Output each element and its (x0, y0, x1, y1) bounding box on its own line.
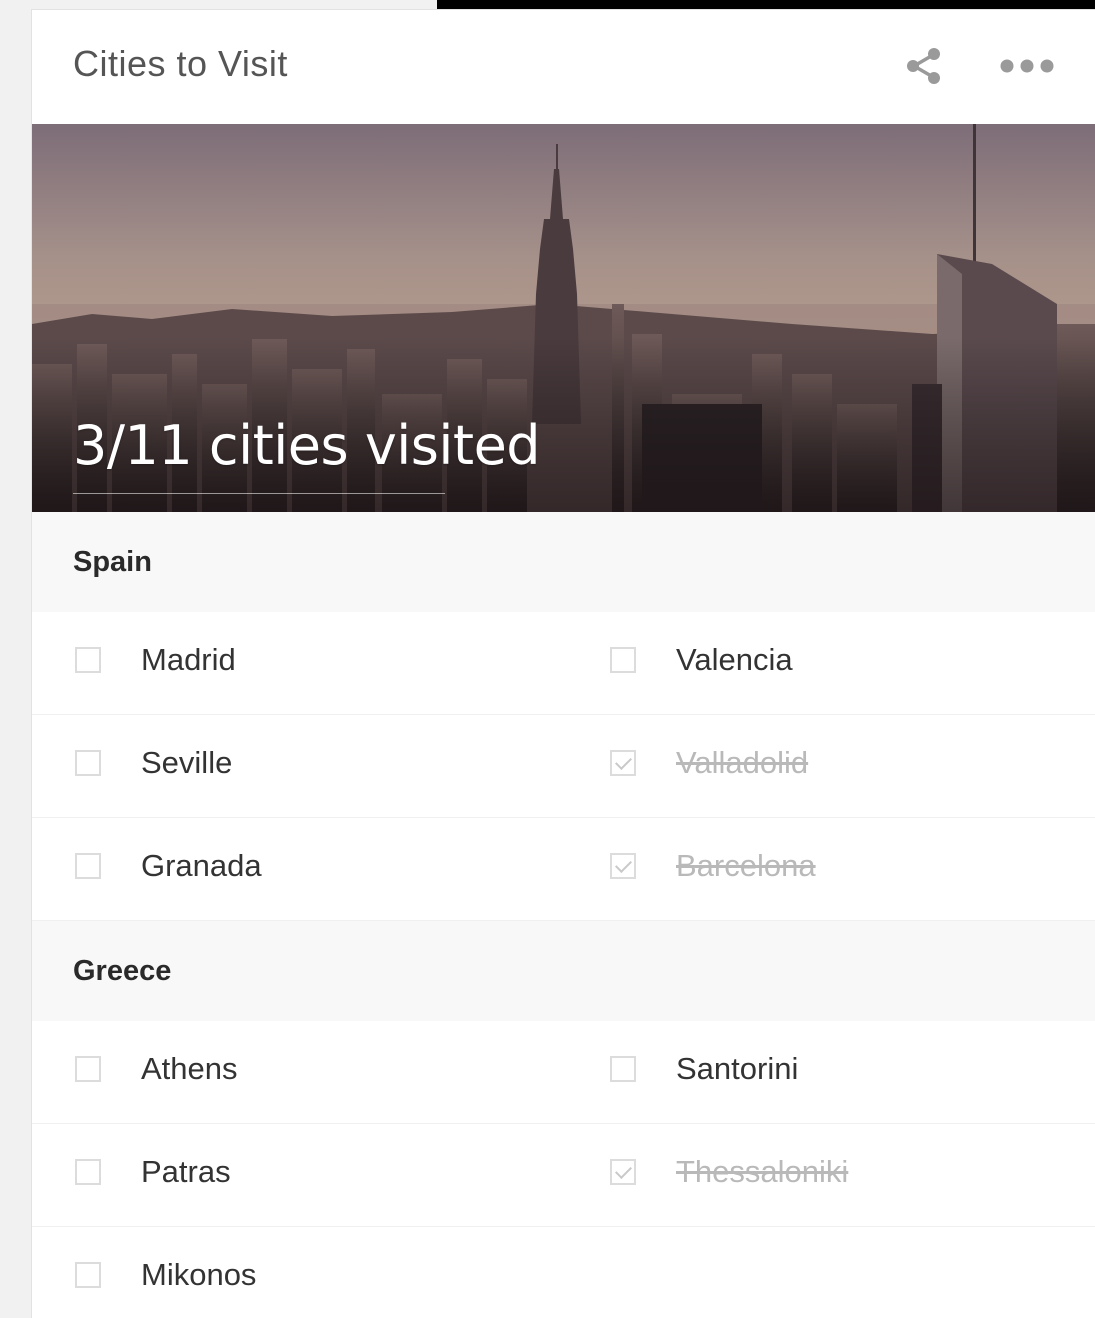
city-item-patras[interactable]: Patras (32, 1124, 512, 1226)
city-checkbox[interactable] (610, 647, 636, 673)
list-row: Mikonos (32, 1227, 1095, 1318)
city-item-santorini[interactable]: Santorini (567, 1021, 1047, 1123)
city-label: Valladolid (676, 745, 809, 780)
city-checkbox[interactable] (75, 1262, 101, 1288)
city-checkbox[interactable] (75, 1159, 101, 1185)
card-title: Cities to Visit (73, 43, 288, 84)
city-label: Santorini (676, 1051, 799, 1086)
city-label: Thessaloniki (676, 1154, 849, 1189)
city-checkbox[interactable] (610, 750, 636, 776)
city-checkbox[interactable] (75, 750, 101, 776)
city-checkbox[interactable] (610, 1056, 636, 1082)
city-item-valencia[interactable]: Valencia (567, 612, 1047, 714)
city-checkbox[interactable] (75, 1056, 101, 1082)
city-item-thessaloniki[interactable]: Thessaloniki (567, 1124, 1047, 1226)
list-row: Granada Barcelona (32, 818, 1095, 921)
city-label: Athens (141, 1051, 238, 1086)
city-checkbox[interactable] (75, 853, 101, 879)
city-checkbox[interactable] (75, 647, 101, 673)
city-item-granada[interactable]: Granada (32, 818, 512, 920)
city-label: Valencia (676, 642, 793, 677)
city-item-athens[interactable]: Athens (32, 1021, 512, 1123)
list-row: Madrid Valencia (32, 612, 1095, 715)
list-row: Athens Santorini (32, 1021, 1095, 1124)
group-title: Greece (73, 955, 172, 987)
city-item-valladolid[interactable]: Valladolid (567, 715, 1047, 817)
city-label: Madrid (141, 642, 236, 677)
city-item-mikonos[interactable]: Mikonos (32, 1227, 512, 1318)
list-row: Patras Thessaloniki (32, 1124, 1095, 1227)
city-checkbox[interactable] (610, 853, 636, 879)
city-item-madrid[interactable]: Madrid (32, 612, 512, 714)
city-label: Seville (141, 745, 233, 780)
city-label: Patras (141, 1154, 231, 1189)
hero-cityscape-image: 3/11 cities visited (32, 124, 1095, 512)
city-checkbox[interactable] (610, 1159, 636, 1185)
more-horizontal-icon[interactable] (998, 54, 1056, 78)
city-checklist: Spain Madrid Valencia Seville Valladolid Gran… (32, 512, 1095, 1318)
city-label: Granada (141, 848, 262, 883)
group-title: Spain (73, 546, 152, 578)
cities-visited-counter: 3/11 cities visited (73, 414, 541, 477)
city-label: Barcelona (676, 848, 816, 883)
window-top-bar (437, 0, 1095, 9)
city-item-seville[interactable]: Seville (32, 715, 512, 817)
group-header-greece: Greece (32, 921, 1095, 1021)
hero-progress-rule (73, 493, 445, 494)
list-card: Cities to Visit 3/11 cities visited Spai… (31, 9, 1095, 1318)
card-header: Cities to Visit (32, 10, 1095, 124)
group-header-spain: Spain (32, 512, 1095, 612)
share-icon[interactable] (904, 46, 944, 86)
city-label: Mikonos (141, 1257, 257, 1292)
city-item-barcelona[interactable]: Barcelona (567, 818, 1047, 920)
list-row: Seville Valladolid (32, 715, 1095, 818)
